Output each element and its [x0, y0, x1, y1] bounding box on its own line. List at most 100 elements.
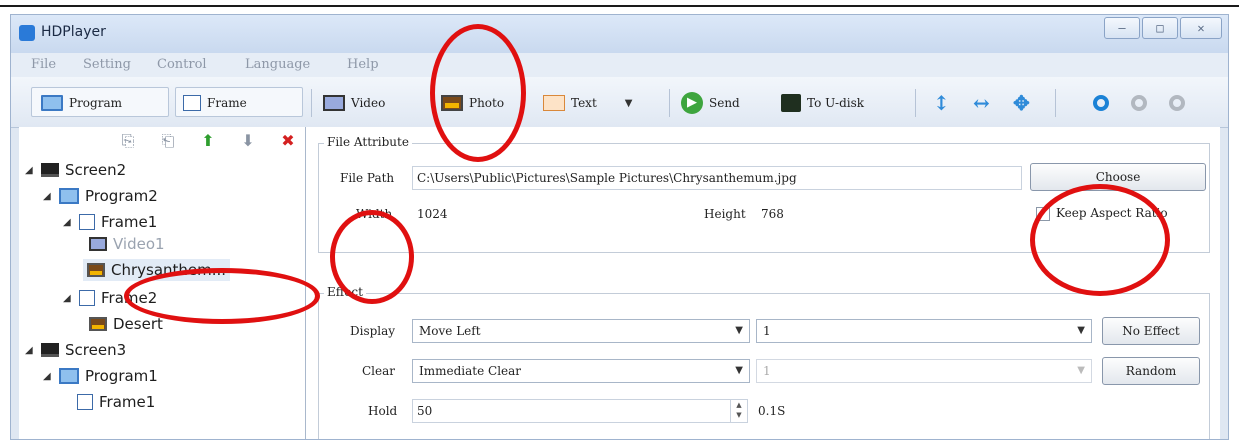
move-button[interactable]: ✥ — [1013, 91, 1030, 115]
file-attribute-legend: File Attribute — [324, 135, 412, 149]
tree-node-label: Frame1 — [101, 213, 158, 231]
video-icon — [89, 237, 107, 251]
toolbar-separator — [669, 89, 670, 117]
hold-field[interactable]: 50 — [412, 399, 748, 423]
photo-icon — [89, 317, 107, 331]
horizontal-arrow-icon: ↔ — [973, 91, 990, 115]
program-icon — [41, 95, 63, 111]
paste-icon[interactable]: ⎗ — [159, 131, 177, 151]
tree-node-program1[interactable]: ◢ Program1 — [43, 367, 158, 385]
menu-help[interactable]: Help — [347, 57, 379, 72]
tree-node-label: Program2 — [85, 187, 158, 205]
to-udisk-button[interactable]: To U-disk — [781, 91, 864, 115]
tree-node-label: Frame2 — [101, 289, 158, 307]
menu-bar: File Setting Control Language Help — [11, 53, 1228, 77]
tree-node-desert[interactable]: Desert — [89, 315, 163, 333]
display-speed-select[interactable]: 1 ▼ — [756, 319, 1092, 343]
tree-node-label: Program1 — [85, 367, 158, 385]
clear-speed-select[interactable]: 1 ▼ — [756, 359, 1092, 383]
text-dropdown-caret-icon[interactable]: ▼ — [625, 98, 633, 109]
tree-expand-icon[interactable]: ◢ — [63, 293, 73, 304]
program-button-label: Program — [69, 96, 122, 110]
tree-node-frame1[interactable]: ◢ Frame1 — [63, 213, 157, 231]
text-button[interactable]: Text ▼ — [543, 91, 632, 115]
page-top-rule — [0, 5, 1239, 7]
width-field[interactable]: 1024 — [412, 202, 632, 226]
no-effect-button[interactable]: No Effect — [1102, 317, 1200, 345]
tree-node-label: Frame1 — [99, 393, 156, 411]
toolbar-separator — [915, 89, 916, 117]
tree-expand-icon[interactable]: ◢ — [25, 165, 35, 176]
tree-node-chrysanthemum[interactable]: Chrysanthem... — [83, 259, 231, 281]
tree-node-screen3[interactable]: ◢ Screen3 — [25, 341, 126, 359]
frame-button-label: Frame — [207, 96, 247, 110]
program-icon — [59, 188, 79, 204]
close-button[interactable]: ✕ — [1180, 17, 1222, 39]
tree-node-label: Screen2 — [65, 161, 127, 179]
move-up-icon[interactable]: ⬆ — [199, 131, 217, 151]
app-logo-icon — [19, 25, 35, 41]
properties-pane: File Attribute File Path C:\Users\Public… — [306, 127, 1220, 439]
display-effect-select[interactable]: Move Left ▼ — [412, 319, 750, 343]
photo-icon — [87, 263, 105, 277]
tree-node-screen2[interactable]: ◢ Screen2 — [25, 161, 126, 179]
height-field[interactable]: 768 — [756, 202, 976, 226]
chevron-down-icon: ▼ — [1077, 325, 1085, 336]
file-attribute-group — [318, 143, 1210, 253]
hold-spinner[interactable]: ▲ ▼ — [730, 400, 747, 422]
send-button[interactable]: ▶ Send — [681, 91, 740, 115]
toolbar: Program Frame Video Photo Text ▼ ▶ Send … — [11, 77, 1228, 128]
clear-effect-select[interactable]: Immediate Clear ▼ — [412, 359, 750, 383]
chevron-down-icon: ▼ — [735, 325, 743, 336]
frame-button[interactable]: Frame — [183, 91, 247, 115]
random-button[interactable]: Random — [1102, 357, 1200, 385]
circle-blue-icon — [1093, 95, 1109, 111]
tree-node-label: Chrysanthem... — [111, 261, 227, 279]
menu-language[interactable]: Language — [245, 57, 310, 72]
program-button[interactable]: Program — [41, 91, 122, 115]
play-control-1[interactable] — [1093, 91, 1109, 115]
text-button-label: Text — [571, 96, 597, 110]
choose-button[interactable]: Choose — [1030, 163, 1206, 191]
photo-button-label: Photo — [469, 96, 505, 110]
move-down-icon[interactable]: ⬇ — [239, 131, 257, 151]
photo-button[interactable]: Photo — [441, 91, 504, 115]
tree-expand-icon[interactable]: ◢ — [63, 217, 73, 228]
menu-file[interactable]: File — [31, 57, 56, 72]
display-speed-value: 1 — [763, 324, 771, 338]
window-title: HDPlayer — [41, 24, 106, 40]
video-icon — [323, 95, 345, 111]
screen-icon — [41, 163, 59, 177]
tree-node-frame1-b[interactable]: Frame1 — [77, 393, 155, 411]
tree-node-frame2[interactable]: ◢ Frame2 — [63, 289, 157, 307]
photo-icon — [441, 95, 463, 111]
video-button[interactable]: Video — [323, 91, 385, 115]
maximize-button[interactable]: □ — [1142, 17, 1178, 39]
menu-control[interactable]: Control — [157, 57, 207, 72]
tree-expand-icon[interactable]: ◢ — [25, 345, 35, 356]
tree-node-video1[interactable]: Video1 — [89, 235, 165, 253]
stretch-horizontal-button[interactable]: ↔ — [973, 91, 990, 115]
delete-icon[interactable]: ✖ — [279, 131, 297, 151]
minimize-button[interactable]: — — [1104, 17, 1140, 39]
play-control-3[interactable] — [1169, 91, 1185, 115]
frame-icon — [79, 290, 95, 306]
program-tree-pane: ⎘ ⎗ ⬆ ⬇ ✖ ◢ Screen2 ◢ Program2 ◢ Frame1 … — [19, 127, 306, 439]
stretch-vertical-button[interactable]: ↕ — [933, 91, 950, 115]
keep-aspect-checkbox[interactable] — [1036, 207, 1050, 221]
circle-grey-icon — [1169, 95, 1185, 111]
play-control-2[interactable] — [1131, 91, 1147, 115]
tree-node-program2[interactable]: ◢ Program2 — [43, 187, 158, 205]
tree-expand-icon[interactable]: ◢ — [43, 371, 53, 382]
udisk-icon — [781, 94, 801, 112]
send-button-label: Send — [709, 96, 740, 110]
vertical-arrow-icon: ↕ — [933, 91, 950, 115]
effect-legend: Effect — [324, 285, 366, 299]
menu-setting[interactable]: Setting — [83, 57, 131, 72]
copy-icon[interactable]: ⎘ — [119, 131, 137, 151]
circle-grey-icon — [1131, 95, 1147, 111]
tree-expand-icon[interactable]: ◢ — [43, 191, 53, 202]
frame-icon — [183, 95, 201, 111]
screen-icon — [41, 343, 59, 357]
file-path-field[interactable]: C:\Users\Public\Pictures\Sample Pictures… — [412, 166, 1022, 190]
